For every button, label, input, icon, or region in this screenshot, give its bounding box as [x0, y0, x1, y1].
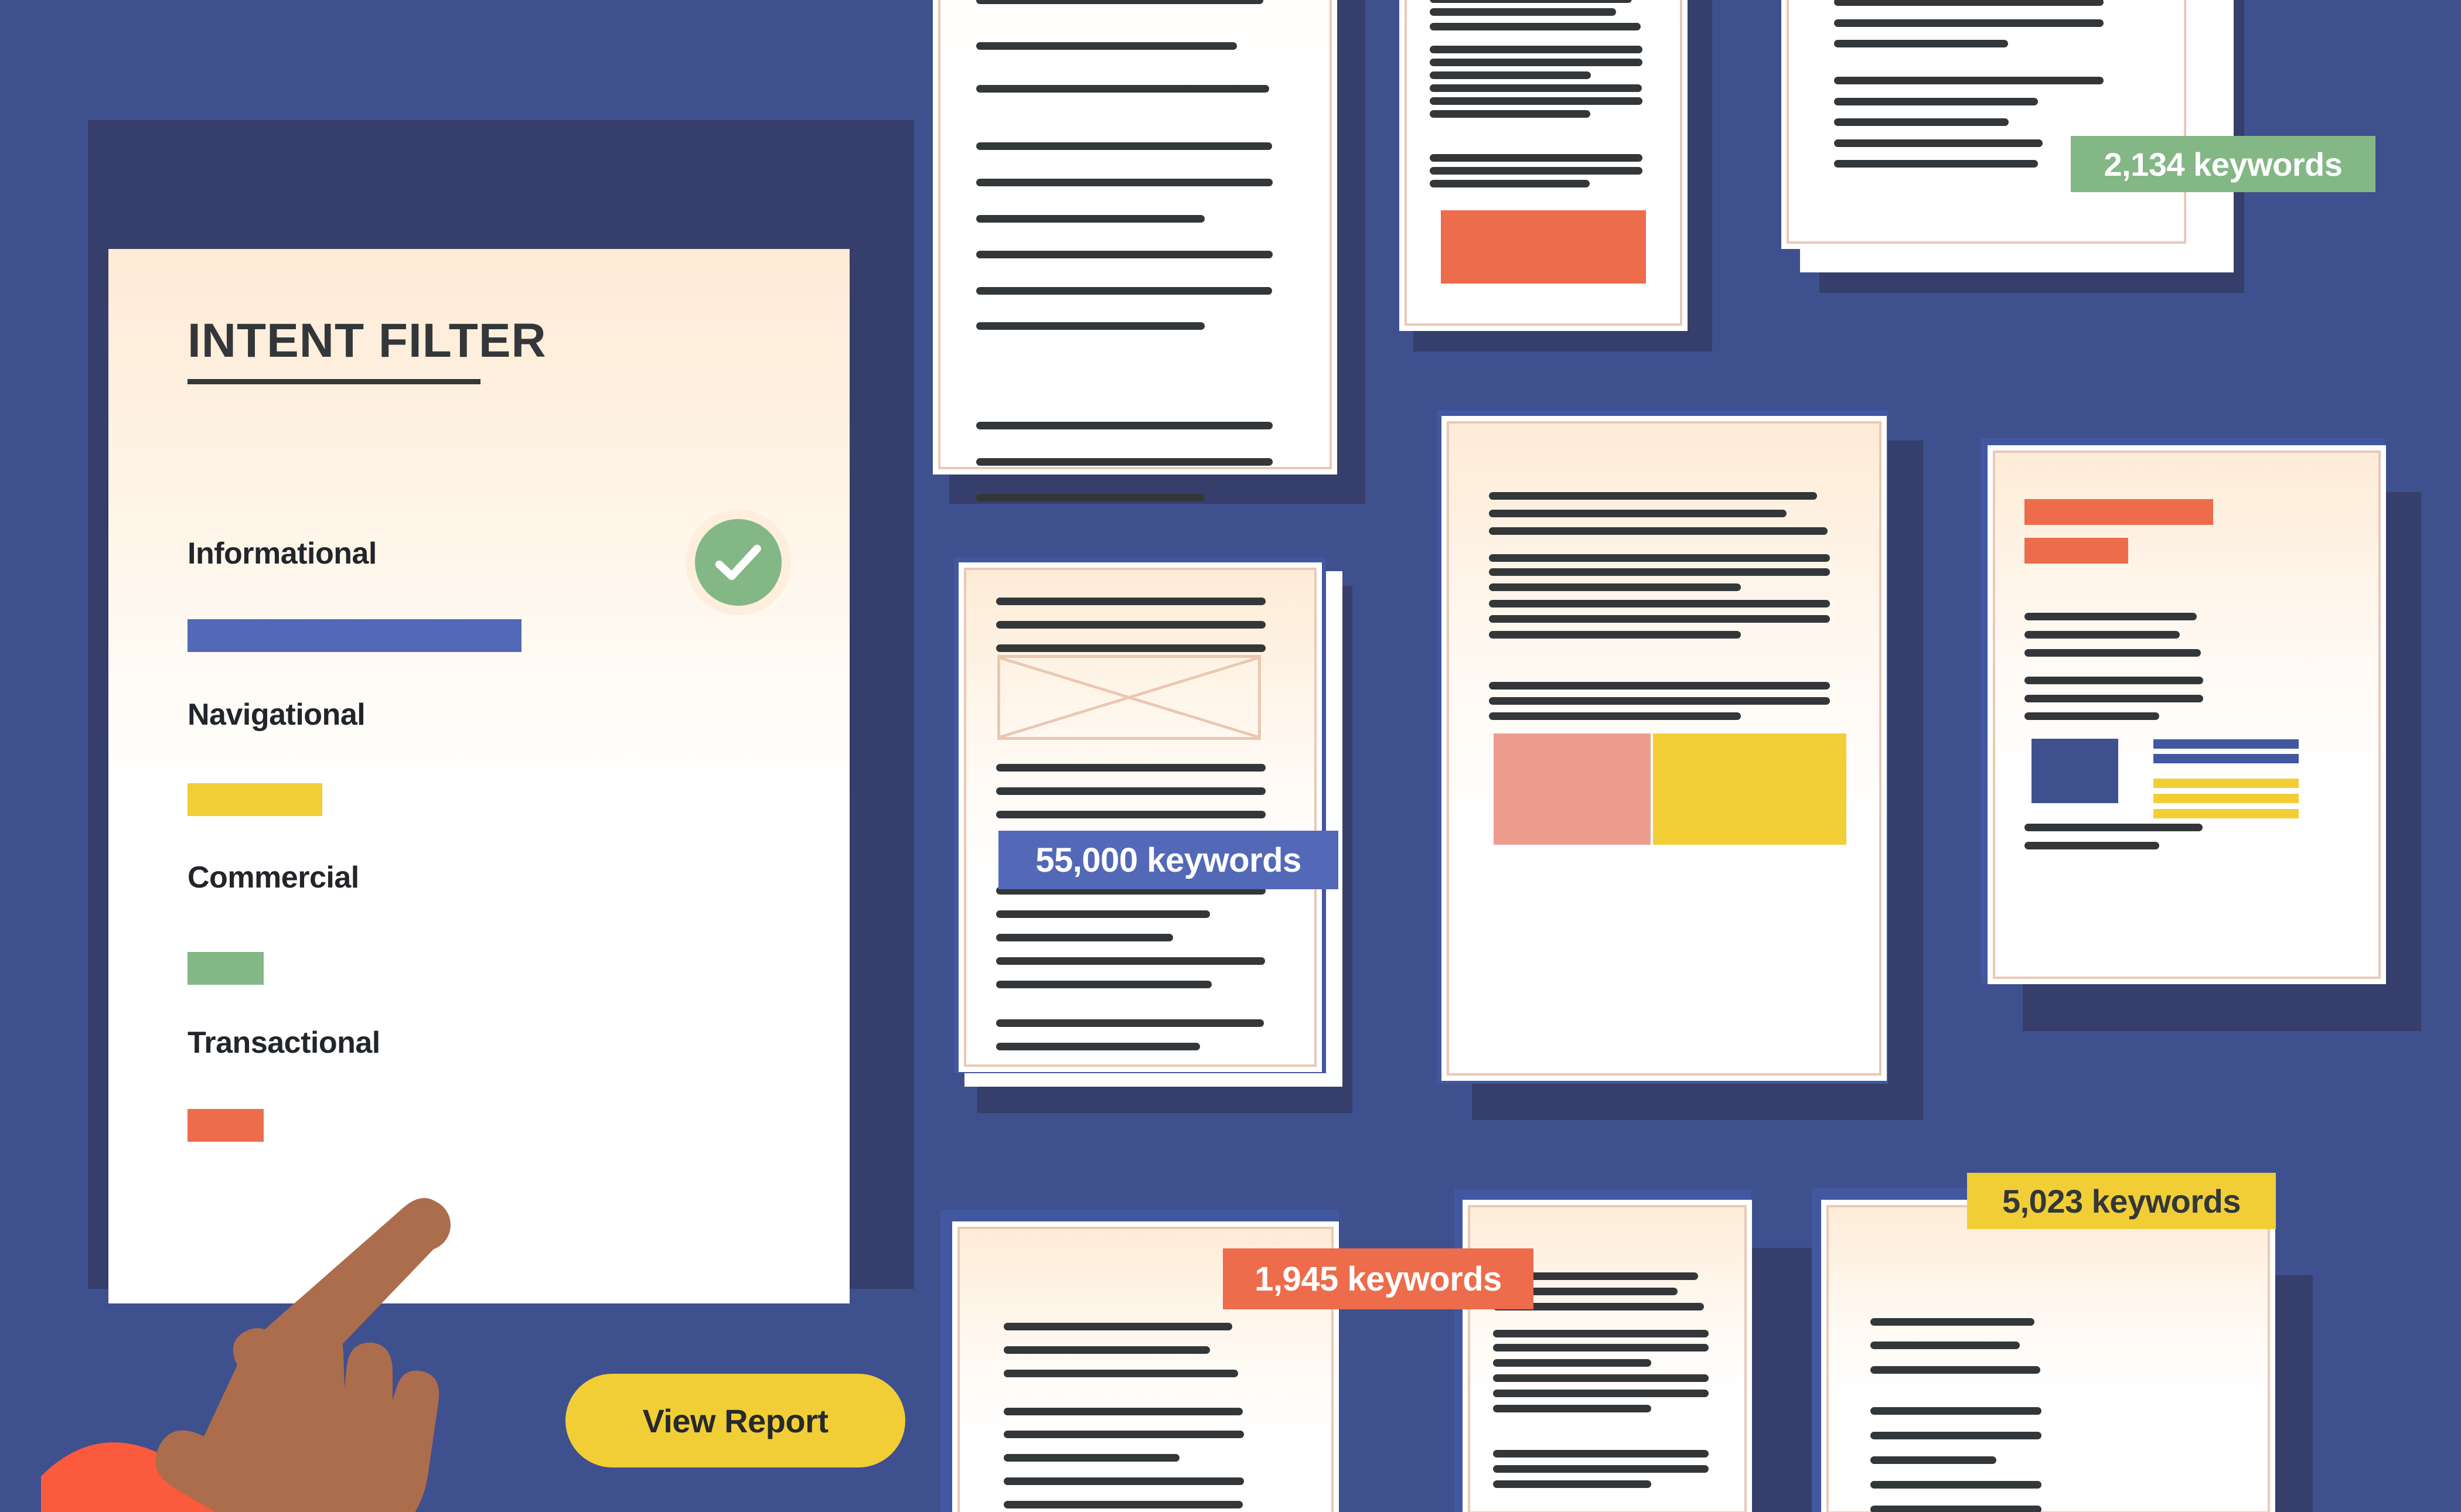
doc-mid-right-bar-yellow-2	[2153, 794, 2299, 803]
doc-mid-right-bar-yellow-3	[2153, 809, 2299, 818]
doc-mid-right-bar-blue-2	[2153, 754, 2299, 763]
title-underline	[188, 379, 480, 384]
intent-label-commercial: Commercial	[188, 861, 359, 895]
doc-mid-right-block-blue	[2031, 739, 2118, 803]
doc-mid-right-bar-orange-1	[2024, 499, 2213, 525]
doc-bot-right	[1821, 1200, 2275, 1512]
pointing-hand-icon	[41, 1148, 557, 1512]
intent-filter-panel: INTENT FILTER Informational Navigational…	[108, 249, 905, 1467]
intent-bar-informational[interactable]	[188, 619, 521, 652]
doc-bot-center-shadow	[1752, 1248, 1816, 1512]
intent-label-transactional: Transactional	[188, 1026, 380, 1060]
doc-mid-right-bar-orange-2	[2024, 538, 2128, 564]
intent-bar-navigational[interactable]	[188, 783, 322, 816]
intent-label-informational: Informational	[188, 537, 377, 571]
doc-mid-right-bar-yellow-1	[2153, 779, 2299, 788]
doc-top-left	[933, 0, 1337, 475]
image-placeholder-icon	[997, 655, 1261, 740]
doc-mid-right-bar-blue-1	[2153, 739, 2299, 749]
intent-bar-transactional[interactable]	[188, 1109, 264, 1142]
doc-top-mid-accent-block	[1441, 210, 1646, 284]
keyword-badge-55000[interactable]: 55,000 keywords	[998, 831, 1338, 889]
illustration-canvas: 2,134 keywords 55,000 keywords 1,945 key…	[0, 0, 2461, 1512]
doc-mid-center-block-salmon	[1494, 733, 1651, 845]
keyword-badge-1945[interactable]: 1,945 keywords	[1223, 1248, 1533, 1309]
doc-bot-right-shadow	[2272, 1275, 2313, 1512]
intent-label-navigational: Navigational	[188, 698, 366, 732]
view-report-button[interactable]: View Report	[565, 1374, 905, 1467]
keyword-badge-2134[interactable]: 2,134 keywords	[2071, 136, 2375, 192]
keyword-badge-5023[interactable]: 5,023 keywords	[1967, 1173, 2276, 1229]
page-title: INTENT FILTER	[188, 314, 547, 367]
intent-bar-commercial[interactable]	[188, 952, 264, 985]
doc-mid-center-block-yellow	[1653, 733, 1846, 845]
check-circle-icon	[686, 510, 791, 615]
